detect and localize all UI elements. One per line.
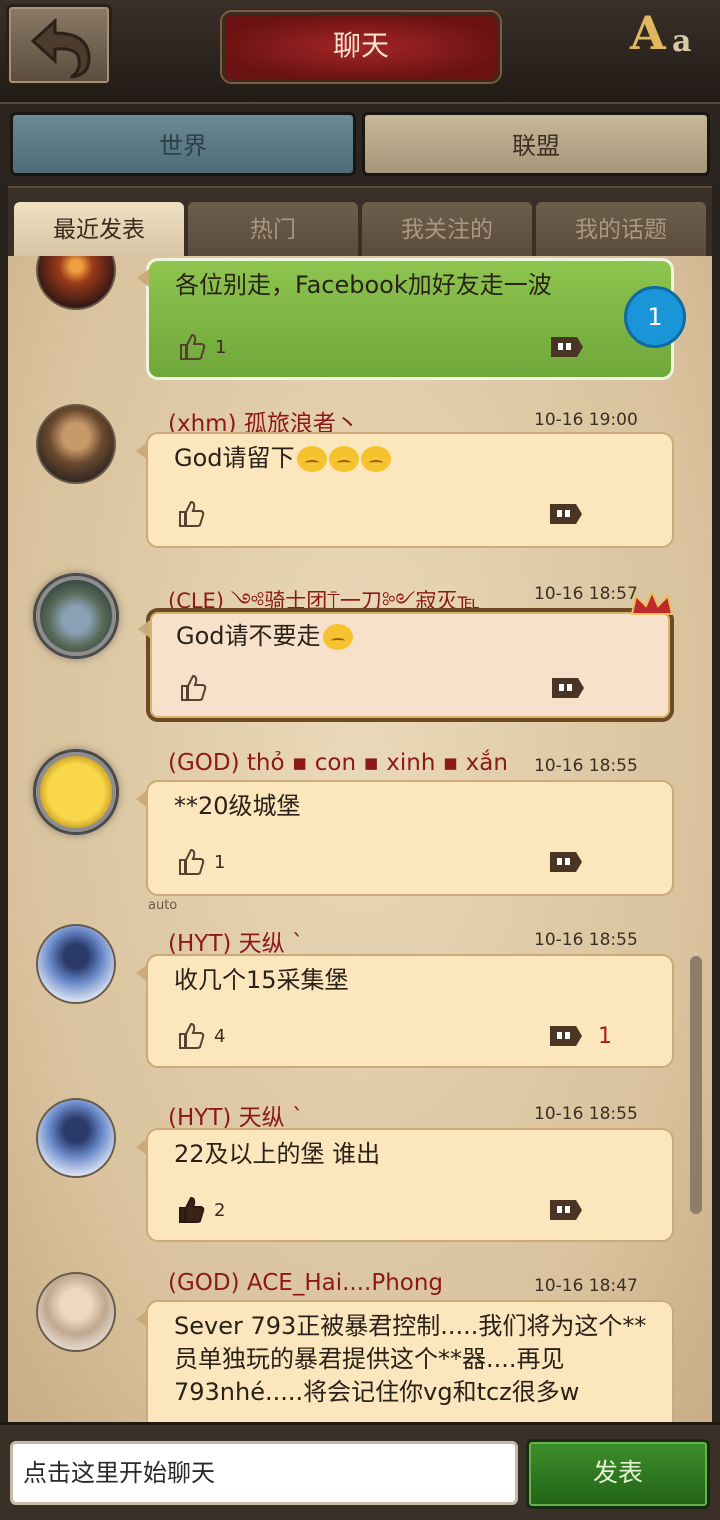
reply-button[interactable] xyxy=(549,331,585,363)
timestamp: 10-16 18:55 xyxy=(534,930,638,950)
avatar[interactable] xyxy=(36,256,116,310)
sad-emoji-icon xyxy=(296,446,327,472)
back-button[interactable] xyxy=(6,4,112,86)
like-count: 1 xyxy=(214,851,226,873)
like-button[interactable]: 4 xyxy=(176,1020,225,1052)
like-count: 2 xyxy=(214,1199,226,1221)
message-bubble[interactable]: 各位别走，Facebook加好友走一波 1 xyxy=(137,258,674,380)
message-bubble[interactable]: God请不要走 xyxy=(138,608,674,722)
thumbs-up-icon xyxy=(179,1022,205,1049)
avatar[interactable] xyxy=(36,1272,116,1352)
page-title: 聊天 xyxy=(222,12,500,82)
sender-name[interactable]: (HYT) 天纵 ` xyxy=(168,1098,303,1132)
reply-button[interactable]: 1 xyxy=(548,1020,612,1052)
timestamp: 10-16 18:55 xyxy=(534,756,638,776)
sender-name[interactable]: (GOD) ACE_Hai....Phong xyxy=(168,1270,443,1296)
sad-emoji-icon xyxy=(328,446,359,472)
chat-input[interactable] xyxy=(10,1441,518,1505)
message-text: God请留下 xyxy=(174,442,652,475)
comment-icon xyxy=(550,504,582,524)
comment-icon xyxy=(552,678,584,698)
timestamp: 10-16 18:55 xyxy=(534,1104,638,1124)
thumbs-up-filled-icon xyxy=(179,1196,205,1223)
thumbs-up-icon xyxy=(180,333,206,360)
tab-following[interactable]: 我关注的 xyxy=(362,202,532,258)
subtab-bar: 最近发表 热门 我关注的 我的话题 xyxy=(8,186,712,258)
channel-tabs: 世界 联盟 xyxy=(0,104,720,186)
message-text: 收几个15采集堡 xyxy=(174,966,349,994)
reply-button[interactable] xyxy=(548,846,584,878)
auto-label: auto xyxy=(148,898,178,913)
tab-world[interactable]: 世界 xyxy=(10,112,356,176)
timestamp: 10-16 18:47 xyxy=(534,1276,638,1296)
comment-icon xyxy=(550,1200,582,1220)
tab-recent[interactable]: 最近发表 xyxy=(14,202,184,258)
comment-icon xyxy=(551,337,583,357)
message-text: **20级城堡 xyxy=(174,792,301,820)
tab-my-topics[interactable]: 我的话题 xyxy=(536,202,706,258)
reply-button[interactable] xyxy=(550,672,586,704)
comment-icon xyxy=(550,852,582,872)
message-text: 各位别走，Facebook加好友走一波 xyxy=(175,271,552,299)
input-bar: 发表 xyxy=(0,1422,720,1520)
reply-button[interactable] xyxy=(548,1194,584,1226)
timestamp: 10-16 19:00 xyxy=(534,410,638,430)
like-button[interactable]: 1 xyxy=(176,846,225,878)
message-bubble[interactable]: God请留下 xyxy=(136,432,674,548)
sender-name[interactable]: (GOD) thỏ ▪ con ▪ xinh ▪ xắn xyxy=(168,750,508,776)
like-button[interactable]: 2 xyxy=(176,1194,225,1226)
back-arrow-icon xyxy=(30,17,91,79)
message-bubble[interactable]: 收几个15采集堡 4 1 xyxy=(136,954,674,1068)
comment-icon xyxy=(550,1026,582,1046)
avatar[interactable] xyxy=(36,576,116,656)
scrollbar[interactable] xyxy=(690,956,702,1214)
message-bubble[interactable]: **20级城堡 1 xyxy=(136,780,674,896)
avatar[interactable] xyxy=(36,752,116,832)
sender-name[interactable]: (HYT) 天纵 ` xyxy=(168,924,303,958)
sad-emoji-icon xyxy=(360,446,391,472)
crown-icon xyxy=(630,589,674,615)
tab-alliance[interactable]: 联盟 xyxy=(362,112,710,176)
avatar[interactable] xyxy=(36,404,116,484)
tab-hot[interactable]: 热门 xyxy=(188,202,358,258)
blush-emoji-icon xyxy=(322,624,353,650)
like-button[interactable] xyxy=(178,672,216,704)
message-bubble[interactable]: 22及以上的堡 谁出 2 xyxy=(136,1128,674,1242)
send-button[interactable]: 发表 xyxy=(526,1439,710,1509)
reply-count: 1 xyxy=(598,1023,612,1049)
font-size-icon[interactable]: A a xyxy=(628,6,698,66)
reply-button[interactable] xyxy=(548,498,584,530)
header-bar: 聊天 A a xyxy=(0,0,720,104)
thumbs-up-icon xyxy=(181,674,207,701)
thumbs-up-icon xyxy=(179,848,205,875)
like-count: 1 xyxy=(215,336,227,358)
like-count: 4 xyxy=(214,1025,226,1047)
timestamp: 10-16 18:57 xyxy=(534,584,638,604)
like-button[interactable]: 1 xyxy=(177,331,226,363)
message-text: God请不要走 xyxy=(176,620,650,653)
like-button[interactable] xyxy=(176,498,214,530)
message-text: Sever 793正被暴君控制.....我们将为这个**员单独玩的暴君提供这个*… xyxy=(174,1312,647,1406)
message-bubble[interactable]: Sever 793正被暴君控制.....我们将为这个**员单独玩的暴君提供这个*… xyxy=(136,1300,674,1422)
avatar[interactable] xyxy=(36,924,116,1004)
unread-badge: 1 xyxy=(624,286,686,348)
message-list[interactable]: 各位别走，Facebook加好友走一波 1 1 (xhm) 孤旅浪者丶 10-1… xyxy=(8,256,712,1422)
message-text: 22及以上的堡 谁出 xyxy=(174,1140,381,1168)
avatar[interactable] xyxy=(36,1098,116,1178)
thumbs-up-icon xyxy=(179,500,205,527)
